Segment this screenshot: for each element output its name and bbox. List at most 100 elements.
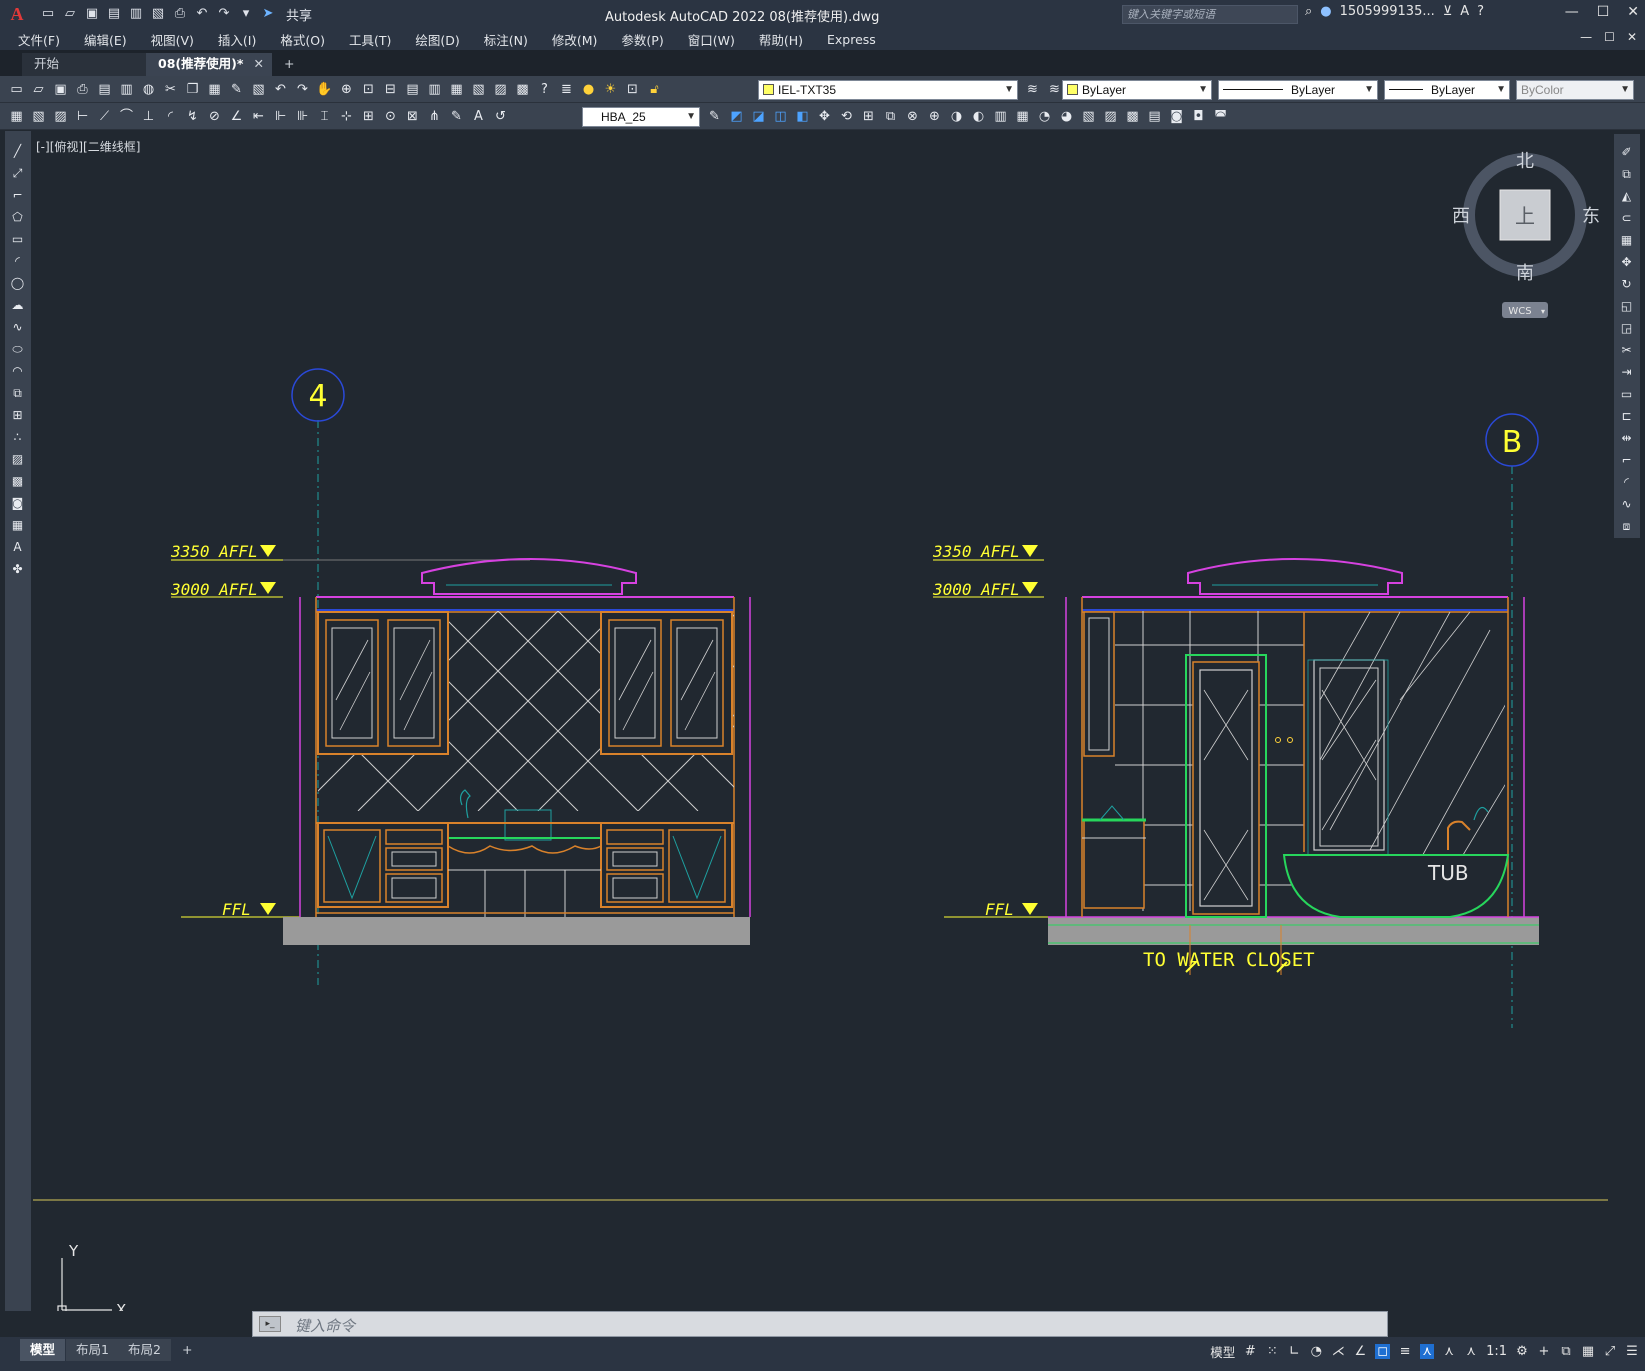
- share-icon[interactable]: ➤: [260, 6, 276, 22]
- polyline-icon[interactable]: ⌐: [9, 187, 26, 204]
- gear-icon[interactable]: ⚙: [1515, 1344, 1529, 1359]
- thicken-icon[interactable]: ◐: [970, 108, 987, 125]
- blend-icon[interactable]: ∿: [1618, 496, 1635, 513]
- maximize-button[interactable]: ☐: [1597, 4, 1610, 20]
- continue-dim-icon[interactable]: ⊪: [294, 108, 311, 125]
- hamburger-menu-icon[interactable]: ☰: [1625, 1344, 1639, 1359]
- 3d-align-icon[interactable]: ⊞: [860, 108, 877, 125]
- 3d-icon-2[interactable]: ◪: [750, 108, 767, 125]
- new-file-icon[interactable]: ▭: [40, 6, 56, 22]
- line-icon[interactable]: ╱: [9, 143, 26, 160]
- center-mark-icon[interactable]: ⊙: [382, 108, 399, 125]
- break-point-icon[interactable]: ▭: [1618, 386, 1635, 403]
- color-dropdown[interactable]: ByLayer ▼: [1062, 80, 1212, 100]
- layer-dropdown[interactable]: IEL-TXT35 ▼: [758, 80, 1018, 100]
- menu-window[interactable]: 窗口(W): [688, 30, 735, 49]
- aligned-dim-icon[interactable]: ⟋: [96, 108, 113, 125]
- polar-icon[interactable]: ◔: [1309, 1344, 1323, 1359]
- plot-icon[interactable]: ⎙: [74, 81, 91, 98]
- menu-tools[interactable]: 工具(T): [349, 30, 391, 49]
- table-icon[interactable]: ▦: [9, 517, 26, 534]
- insert-block-icon[interactable]: ⧉: [9, 385, 26, 402]
- share-button[interactable]: 共享: [286, 5, 312, 24]
- dim-space-icon[interactable]: ⌶: [316, 108, 333, 125]
- break-icon[interactable]: ⊏: [1618, 408, 1635, 425]
- 3d-mirror-icon[interactable]: ⧉: [882, 108, 899, 125]
- spline-icon[interactable]: ∿: [9, 319, 26, 336]
- minimize-button[interactable]: —: [1565, 4, 1579, 20]
- 3d-icon-3[interactable]: ◫: [772, 108, 789, 125]
- slice-icon[interactable]: ◑: [948, 108, 965, 125]
- publish-icon[interactable]: ▥: [118, 81, 135, 98]
- ordinate-dim-icon[interactable]: ⊥: [140, 108, 157, 125]
- menu-insert[interactable]: 插入(I): [218, 30, 256, 49]
- object-snap-icon[interactable]: ◻: [1375, 1344, 1391, 1359]
- gradient-icon[interactable]: ▩: [9, 473, 26, 490]
- 3dprint-icon[interactable]: ◍: [140, 81, 157, 98]
- mtext-icon[interactable]: A: [9, 539, 26, 556]
- array-icon[interactable]: ▦: [1618, 232, 1635, 249]
- save-as-icon[interactable]: ▤: [106, 6, 122, 22]
- mesh-icon[interactable]: ▤: [1146, 108, 1163, 125]
- help-icon[interactable]: ?: [1477, 4, 1484, 19]
- grid-icon[interactable]: #: [1243, 1344, 1257, 1359]
- shell-icon[interactable]: ◔: [1036, 108, 1053, 125]
- separate-icon[interactable]: ◕: [1058, 108, 1075, 125]
- autodesk-app-icon[interactable]: A: [1460, 4, 1469, 19]
- export-icon[interactable]: ▧: [150, 6, 166, 22]
- rectangle-icon[interactable]: ▭: [9, 231, 26, 248]
- tool-icon-2[interactable]: ▧: [30, 108, 47, 125]
- add-selected-icon[interactable]: ✤: [9, 561, 26, 578]
- extract-edges-icon[interactable]: ▥: [992, 108, 1009, 125]
- layer-previous-icon[interactable]: ≋: [1046, 81, 1063, 98]
- revcloud-icon[interactable]: ☁: [9, 297, 26, 314]
- table-icon[interactable]: ▦: [8, 108, 25, 125]
- object-snap-tracking-icon[interactable]: ∠: [1353, 1344, 1367, 1359]
- tab-close-icon[interactable]: ✕: [254, 53, 264, 75]
- plus-icon[interactable]: +: [1537, 1344, 1551, 1359]
- layout-tab-1[interactable]: 布局1: [66, 1339, 119, 1361]
- copy-object-icon[interactable]: ⧉: [1618, 166, 1635, 183]
- 3d-icon-4[interactable]: ◧: [794, 108, 811, 125]
- make-block-icon[interactable]: ⊞: [9, 407, 26, 424]
- isodraft-icon[interactable]: ⋌: [1331, 1344, 1345, 1359]
- compass-south[interactable]: 南: [1516, 263, 1534, 284]
- menu-edit[interactable]: 编辑(E): [84, 30, 127, 49]
- ellipse-icon[interactable]: ⬭: [9, 341, 26, 358]
- plotstyle-dropdown[interactable]: ByColor ▼: [1516, 80, 1634, 100]
- snap-icon[interactable]: ⁙: [1265, 1344, 1279, 1359]
- chamfer-icon[interactable]: ⌐: [1618, 452, 1635, 469]
- tool-palettes-icon[interactable]: ▦: [448, 81, 465, 98]
- design-center-icon[interactable]: ▥: [426, 81, 443, 98]
- matchprop-icon[interactable]: ✎: [228, 81, 245, 98]
- zoom-previous-icon[interactable]: ⊟: [382, 81, 399, 98]
- trim-icon[interactable]: ✂: [1618, 342, 1635, 359]
- ellipse-arc-icon[interactable]: ◠: [9, 363, 26, 380]
- sheet-set-icon[interactable]: ▧: [470, 81, 487, 98]
- layout-tab-model[interactable]: 模型: [20, 1339, 66, 1361]
- menu-file[interactable]: 文件(F): [18, 30, 60, 49]
- layout-tab-2[interactable]: 布局2: [118, 1339, 171, 1361]
- tab-document[interactable]: 08(推荐使用)* ✕: [146, 53, 272, 76]
- make-current-layer-icon[interactable]: ≋: [1024, 81, 1041, 98]
- dim-update-icon[interactable]: ↺: [492, 108, 509, 125]
- dim-text-edit-icon[interactable]: A: [470, 108, 487, 125]
- open-icon[interactable]: ▱: [30, 81, 47, 98]
- customize-qa-icon[interactable]: ▾: [238, 6, 254, 22]
- interfere-icon[interactable]: ⊕: [926, 108, 943, 125]
- diameter-dim-icon[interactable]: ⊘: [206, 108, 223, 125]
- dimstyle-dropdown[interactable]: HBA_25 ▼: [582, 107, 700, 127]
- user-icon[interactable]: ●: [1320, 4, 1331, 19]
- circle-icon[interactable]: ◯: [9, 275, 26, 292]
- preview-icon[interactable]: ▤: [96, 81, 113, 98]
- extend-icon[interactable]: ⇥: [1618, 364, 1635, 381]
- linetype-dropdown[interactable]: ByLayer ▼: [1218, 80, 1378, 100]
- stretch-icon[interactable]: ◲: [1618, 320, 1635, 337]
- layer-lock-icon[interactable]: 🔓︎: [646, 81, 663, 98]
- extend-icon[interactable]: ◚: [1212, 108, 1229, 125]
- isolate-icon[interactable]: ⧉: [1559, 1344, 1573, 1359]
- radius-dim-icon[interactable]: ◜: [162, 108, 179, 125]
- quick-dim-icon[interactable]: ⇤: [250, 108, 267, 125]
- pan-icon[interactable]: ✋: [316, 81, 333, 98]
- clean-icon[interactable]: ▧: [1080, 108, 1097, 125]
